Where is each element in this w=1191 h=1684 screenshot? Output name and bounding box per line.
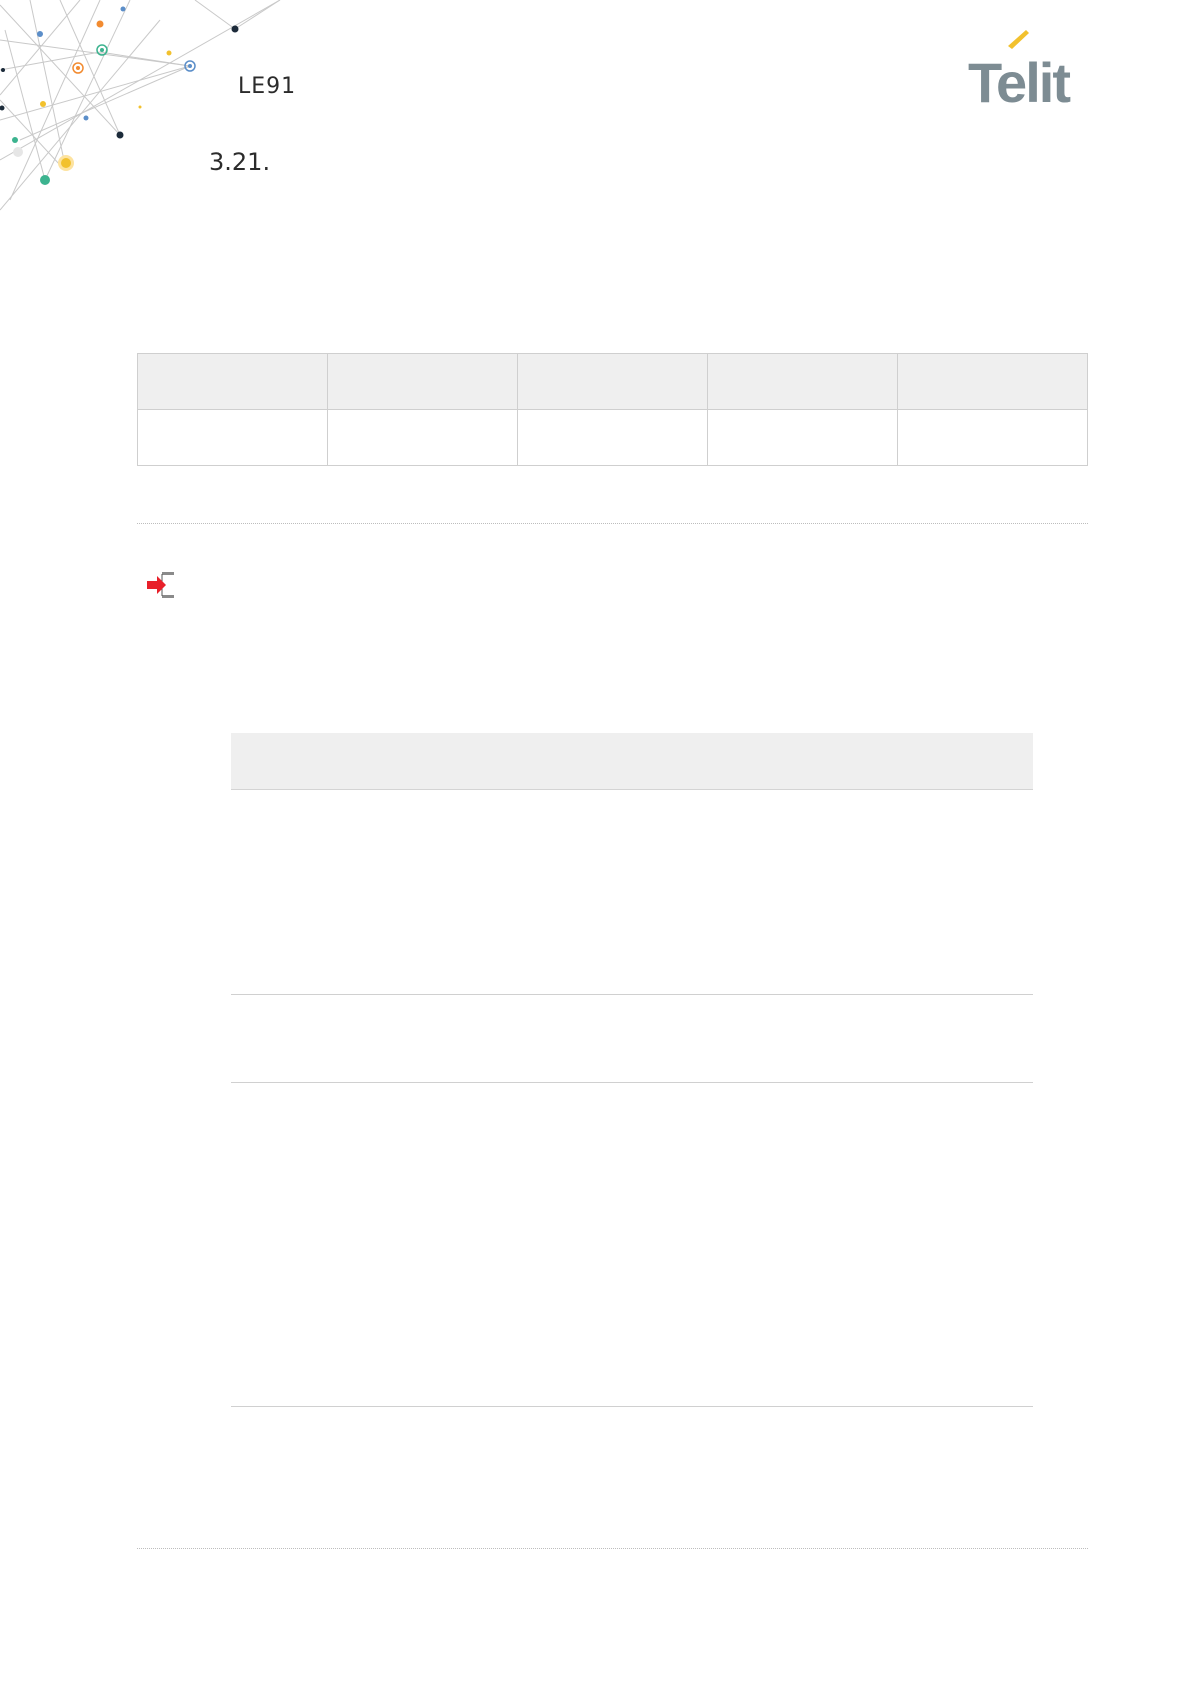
table-row-divider [231,1406,1033,1407]
svg-text:Telit: Telit [968,51,1070,106]
summary-table-cell [517,409,708,466]
summary-table-cell [897,409,1088,466]
table-row-divider [231,994,1033,995]
summary-table-header-cell [707,353,898,410]
table-row-divider [231,1082,1033,1083]
summary-table [137,353,1088,466]
summary-table-header-cell [137,353,328,410]
red-right-arrow-icon [147,572,174,598]
document-title: LE91 [238,74,297,99]
summary-table-row [137,409,1088,466]
section-divider [137,523,1088,524]
summary-table-header-row [137,353,1088,410]
summary-table-header-cell [897,353,1088,410]
summary-table-header-cell [517,353,708,410]
telit-logo: Telit [968,30,1072,106]
section-divider [137,1548,1088,1549]
syntax-table-header [231,733,1033,790]
summary-table-header-cell [327,353,518,410]
summary-table-cell [707,409,898,466]
summary-table-cell [137,409,328,466]
section-number: 3.21. [209,148,271,176]
summary-table-cell [327,409,518,466]
decorative-network-graphic [0,0,281,211]
